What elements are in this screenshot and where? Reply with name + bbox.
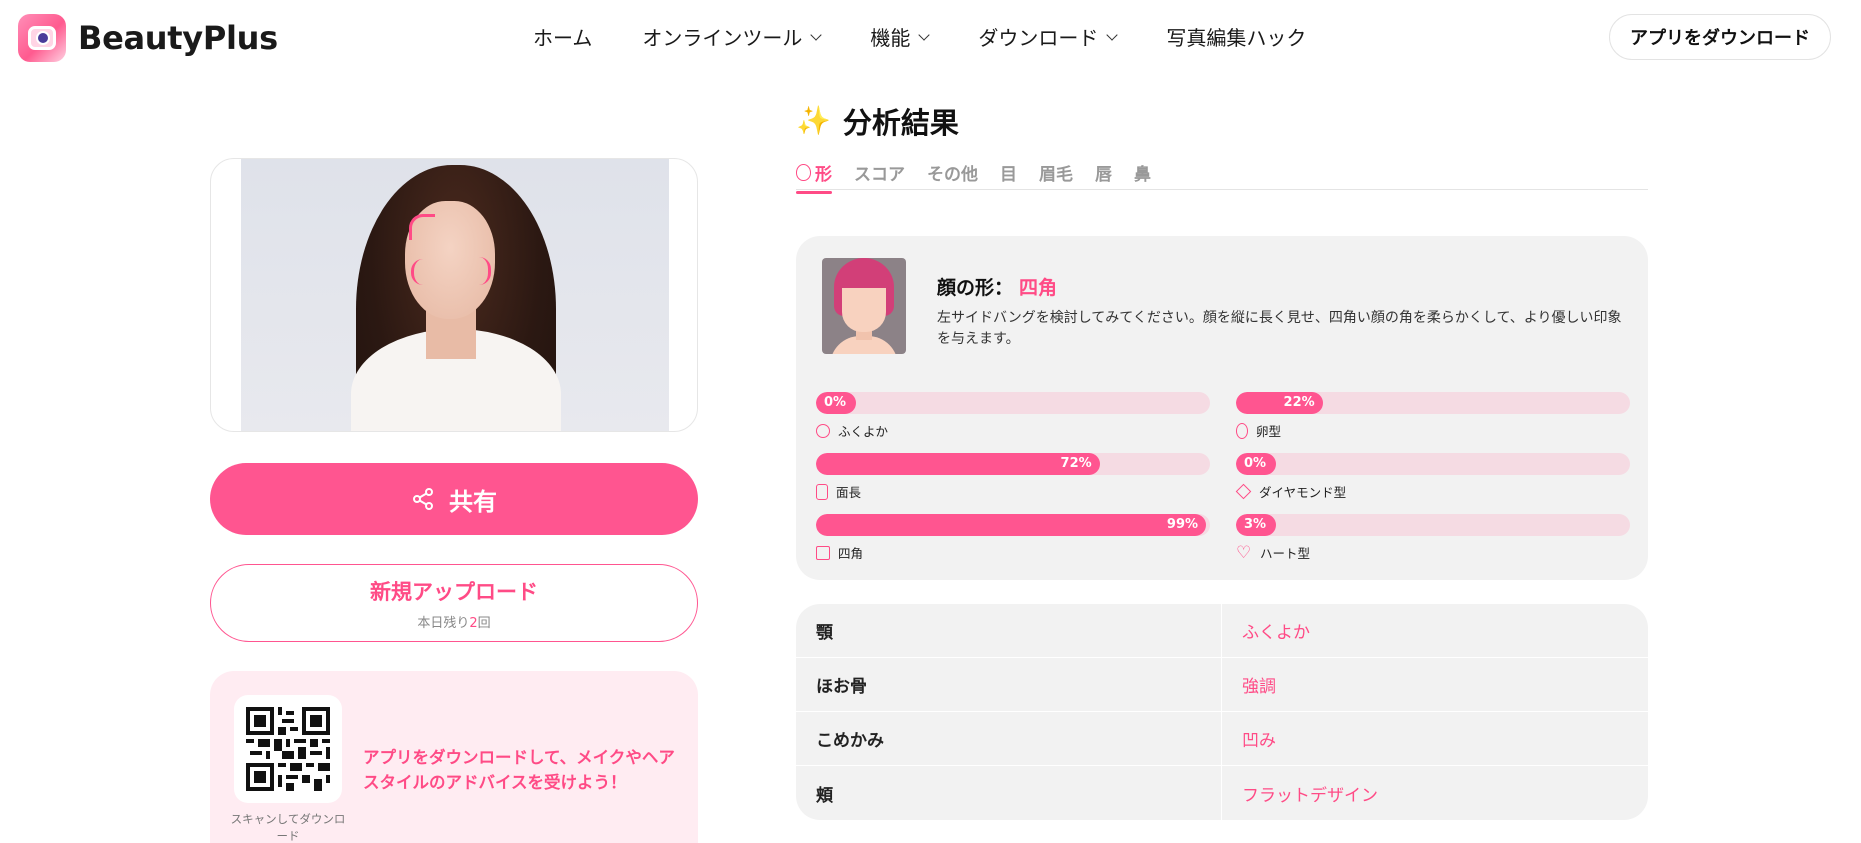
shape-score-bar: 99% 四角 [816, 514, 1210, 562]
bar-label: ハート型 [1260, 546, 1311, 561]
main-nav: ホーム オンラインツール 機能 ダウンロード 写真編集ハック [533, 22, 1306, 51]
diamond-face-icon [1235, 483, 1252, 500]
promo-text: アプリをダウンロードして、メイクやヘアスタイルのアドバイスを受けよう！ [363, 748, 675, 792]
nav-item-label: オンラインツール [642, 26, 803, 50]
face-shape-description: 左サイドバングを検討してみてください。顔を縦に長く見せ、四角い顔の角を柔らかくし… [937, 310, 1622, 347]
share-icon [413, 488, 433, 510]
detail-value: 強調 [1242, 677, 1276, 697]
bar-label: ダイヤモンド型 [1259, 485, 1347, 500]
detail-value: フラットデザイン [1242, 785, 1378, 806]
remaining-count: 2 [469, 615, 478, 631]
shape-score-bar: 22% 卵型 [1236, 392, 1630, 440]
qr-code [234, 695, 342, 803]
table-row: こめかみ 凹み [796, 712, 1648, 766]
nav-item-online-tools[interactable]: オンラインツール [642, 22, 823, 51]
new-upload-label: 新規アップロード [370, 579, 538, 604]
table-row: 顎 ふくよか [796, 604, 1648, 658]
logo[interactable]: BeautyPlus [18, 14, 278, 62]
uploaded-photo [241, 159, 669, 431]
tab-lips[interactable]: 唇 [1095, 160, 1112, 191]
download-app-button[interactable]: アプリをダウンロード [1609, 14, 1831, 60]
tab-label: その他 [927, 165, 978, 185]
qr-code-icon [246, 707, 330, 791]
round-face-icon [816, 423, 830, 438]
shape-score-bar: 0% ふくよか [816, 392, 1210, 440]
tab-score[interactable]: スコア [854, 160, 905, 191]
table-row: 頬 フラットデザイン [796, 766, 1648, 820]
detail-key: 頬 [796, 766, 1222, 820]
detail-value: ふくよか [1242, 623, 1310, 643]
analysis-result-heading: ✨ 分析結果 [796, 100, 959, 142]
nav-item-home[interactable]: ホーム [533, 22, 592, 51]
beautyplus-logo-icon [18, 14, 66, 62]
uploaded-photo-card [210, 158, 698, 432]
face-landmark-marker [409, 214, 435, 240]
nav-item-features[interactable]: 機能 [870, 22, 931, 51]
face-outline-icon [796, 164, 811, 181]
table-row: ほお骨 強調 [796, 658, 1648, 712]
tab-label: 眉毛 [1039, 165, 1073, 185]
bar-label: 面長 [836, 485, 862, 500]
face-shape-card: 顔の形： 四角 左サイドバングを検討してみてください。顔を縦に長く見せ、四角い顔の… [796, 236, 1648, 580]
logo-text: BeautyPlus [78, 19, 278, 57]
nav-item-label: 写真編集ハック [1166, 26, 1307, 50]
chevron-down-icon [1106, 28, 1119, 41]
new-upload-button[interactable]: 新規アップロード 本日残り2回 [210, 564, 698, 642]
chevron-down-icon [918, 28, 931, 41]
face-detail-table: 顎 ふくよか ほお骨 強調 こめかみ 凹み 頬 フラットデザイン [796, 604, 1648, 820]
share-label: 共有 [449, 487, 497, 516]
detail-key: こめかみ [796, 712, 1222, 765]
bar-label: 四角 [838, 546, 864, 561]
app-promo-card: スキャンしてダウンロード アプリをダウンロードして、メイクやヘアスタイルのアドバ… [210, 671, 698, 843]
bar-label: ふくよか [838, 424, 889, 439]
tab-nose[interactable]: 鼻 [1134, 160, 1151, 191]
bar-label: 卵型 [1256, 424, 1282, 439]
tab-label: スコア [854, 165, 905, 185]
chevron-down-icon [810, 28, 823, 41]
page-title: 分析結果 [842, 106, 959, 140]
nav-item-label: ホーム [533, 26, 593, 50]
nav-item-download[interactable]: ダウンロード [978, 22, 1119, 51]
tab-shape[interactable]: 形 [796, 160, 832, 194]
tab-label: 唇 [1095, 165, 1112, 185]
header: BeautyPlus ホーム オンラインツール 機能 ダウンロード 写真編集ハッ… [0, 0, 1861, 76]
detail-value: 凹み [1242, 731, 1276, 751]
heart-face-icon: ♡ [1236, 542, 1252, 563]
tab-eyes[interactable]: 目 [1000, 160, 1017, 191]
face-shape-value: 四角 [1019, 277, 1058, 299]
qr-caption: スキャンしてダウンロード [230, 812, 346, 843]
tab-label: 目 [1000, 165, 1017, 185]
long-face-icon [816, 483, 828, 500]
result-tabs: 形 スコア その他 目 眉毛 唇 鼻 [796, 160, 1648, 194]
sparkle-icon: ✨ [796, 104, 831, 137]
square-face-icon [816, 545, 830, 560]
face-shape-avatar [822, 258, 906, 354]
detail-key: ほお骨 [796, 658, 1222, 711]
share-button[interactable]: 共有 [210, 463, 698, 535]
shape-score-bar: 0% ダイヤモンド型 [1235, 453, 1630, 501]
page: BeautyPlus ホーム オンラインツール 機能 ダウンロード 写真編集ハッ… [0, 0, 1861, 843]
nav-item-photo-hacks[interactable]: 写真編集ハック [1166, 22, 1306, 51]
remaining-uploads: 本日残り2回 [417, 615, 491, 631]
nav-item-label: 機能 [870, 26, 911, 50]
tab-eyebrows[interactable]: 眉毛 [1039, 160, 1073, 191]
nav-item-label: ダウンロード [978, 26, 1099, 50]
face-shape-label: 顔の形： 四角 [937, 277, 1058, 299]
detail-key: 顎 [796, 604, 1222, 657]
shape-score-bar: 72% 面長 [816, 453, 1210, 501]
tab-label: 形 [815, 165, 832, 185]
tab-other[interactable]: その他 [927, 160, 978, 191]
oval-face-icon [1236, 422, 1248, 439]
tab-label: 鼻 [1134, 165, 1151, 185]
shape-score-bar: 3% ♡ ハート型 [1236, 514, 1630, 562]
